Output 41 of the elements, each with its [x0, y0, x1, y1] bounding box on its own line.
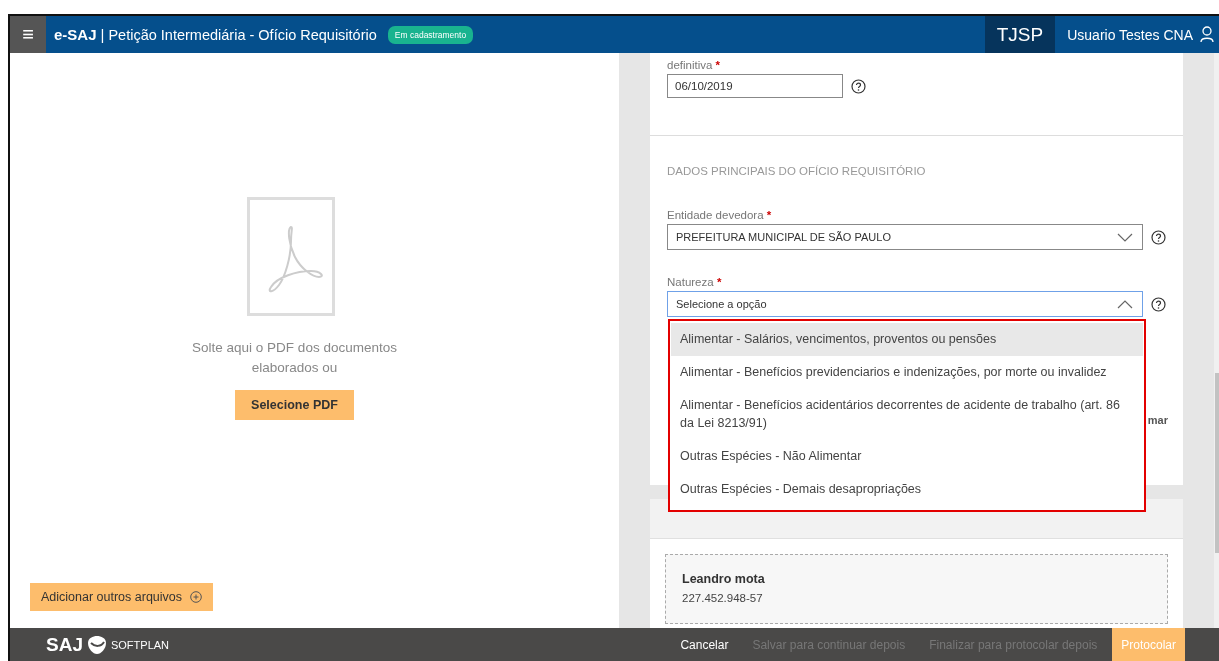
select-pdf-button[interactable]: Selecione PDF — [235, 390, 354, 420]
pdf-document-icon — [246, 197, 335, 316]
court-name: TJSP — [984, 16, 1056, 53]
field-label: definitiva — [667, 59, 713, 71]
entity-select[interactable]: PREFEITURA MUNICIPAL DE SÃO PAULO — [667, 224, 1143, 250]
chevron-icon — [1116, 298, 1134, 310]
page-title: Petição Intermediária - Ofício Requisitório — [108, 26, 377, 43]
softplan-logo: SOFTPLAN — [110, 638, 170, 651]
saj-logo: SAJ — [46, 633, 83, 656]
chevron-icon — [1116, 231, 1134, 243]
nature-select[interactable]: Selecione a opção — [667, 291, 1143, 317]
party-document: 227.452.948-57 — [682, 592, 764, 604]
field-label: Entidade devedora — [667, 209, 764, 221]
scrollbar[interactable] — [1214, 53, 1219, 628]
required-mark: * — [716, 276, 722, 288]
dropdown-option[interactable]: Alimentar - Benefícios previdenciarios e indenizações, por morte ou invalidez — [671, 356, 1143, 389]
section-title: DADOS PRINCIPAIS DO OFÍCIO REQUISITÓRIO — [667, 165, 927, 177]
date-field[interactable]: 06/10/2019 — [667, 74, 843, 98]
menu-button[interactable]: ≡ — [10, 16, 46, 53]
help-icon[interactable] — [851, 78, 866, 94]
footer-button[interactable]: Cancelar — [671, 628, 738, 661]
required-mark: * — [715, 59, 721, 71]
help-icon[interactable] — [1151, 296, 1166, 312]
status-badge: Em cadastramento — [387, 25, 474, 44]
app-name: e-SAJ — [54, 26, 97, 43]
field-label: Natureza — [667, 276, 714, 288]
user-icon[interactable] — [1200, 26, 1214, 43]
dropdown-option[interactable]: Outras Espécies - Demais desapropriações — [671, 473, 1143, 506]
add-files-button[interactable]: Adicionar outros arquivos — [30, 583, 214, 611]
required-mark: * — [766, 209, 772, 221]
title-separator: | — [100, 26, 105, 43]
shield-icon — [86, 634, 107, 655]
drop-instructions: Solte aqui o PDF dos documentos elaborados ou — [191, 339, 398, 377]
user-name[interactable]: Usuario Testes CNA — [1067, 26, 1193, 43]
dropdown-option[interactable]: Alimentar - Benefícios acidentários decorrentes de acidente de trabalho (art. 86 da Lei 8213/91) — [671, 389, 1143, 440]
party-name: Leandro mota — [682, 572, 766, 586]
confirm-link[interactable]: mar — [1147, 414, 1168, 426]
dropdown-option[interactable]: Outras Espécies - Não Alimentar — [671, 440, 1143, 473]
help-icon[interactable] — [1151, 229, 1166, 245]
dropdown-option[interactable]: Alimentar - Salários, vencimentos, proventos ou pensões — [671, 323, 1143, 356]
plus-circle-icon — [190, 591, 203, 603]
